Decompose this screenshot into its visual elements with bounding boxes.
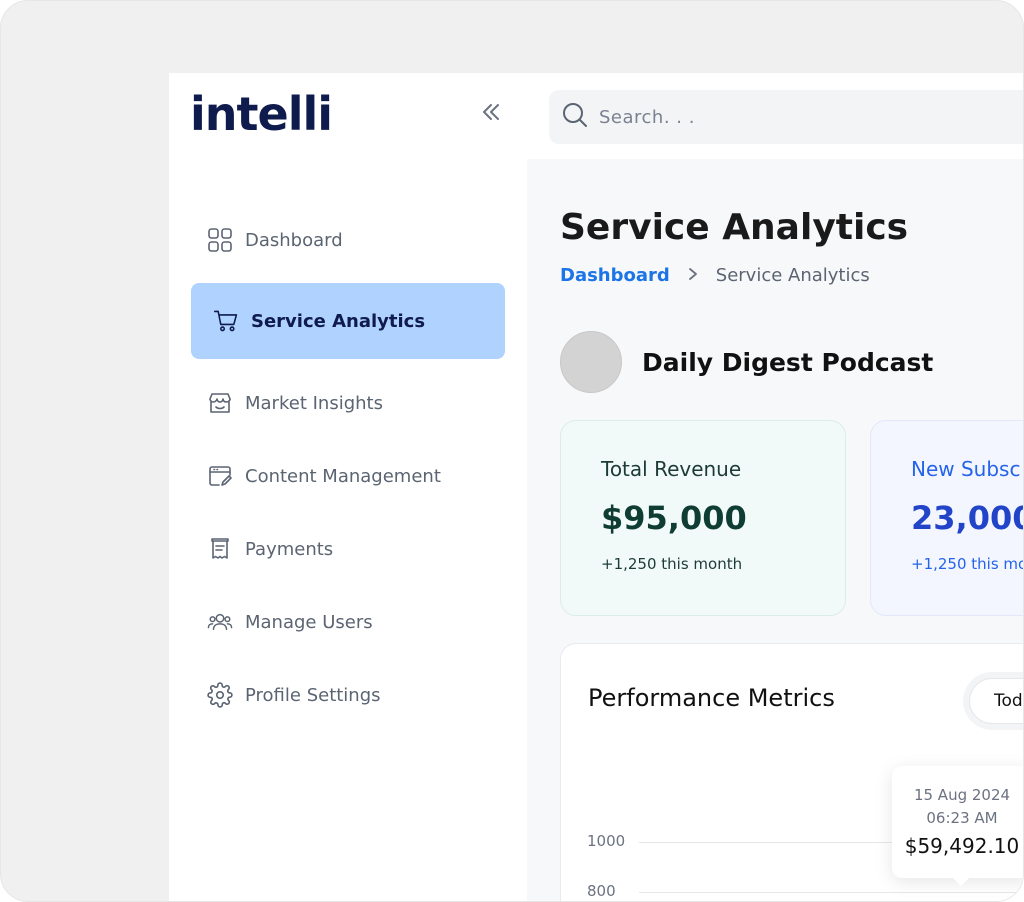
logo[interactable]: intelli bbox=[190, 87, 333, 141]
panel-title: Performance Metrics bbox=[588, 684, 835, 712]
sidebar: intelli Dashboard Service Analytics Mark… bbox=[169, 73, 527, 901]
breadcrumb: Dashboard Service Analytics bbox=[560, 265, 870, 286]
sidebar-item-label: Market Insights bbox=[245, 392, 383, 414]
stat-value: $95,000 bbox=[601, 499, 747, 537]
podcast-header: Daily Digest Podcast bbox=[560, 331, 933, 393]
tooltip-pointer bbox=[952, 877, 970, 886]
main-content: Service Analytics Dashboard Service Anal… bbox=[527, 73, 1024, 901]
grid-line bbox=[639, 892, 1023, 893]
avatar bbox=[560, 331, 622, 393]
device-frame: intelli Dashboard Service Analytics Mark… bbox=[0, 0, 1024, 902]
app-window: intelli Dashboard Service Analytics Mark… bbox=[169, 73, 1024, 901]
stat-label: New Subsc bbox=[911, 457, 1021, 481]
sidebar-item-payments[interactable]: Payments bbox=[191, 525, 505, 573]
stat-card-new-subscribers: New Subsc 23,000 +1,250 this mor bbox=[870, 420, 1024, 616]
sidebar-item-label: Manage Users bbox=[245, 611, 373, 633]
users-icon bbox=[207, 609, 233, 635]
page-title: Service Analytics bbox=[560, 207, 909, 248]
sidebar-item-label: Content Management bbox=[245, 465, 441, 487]
stat-change: +1,250 this mor bbox=[911, 555, 1024, 573]
tooltip-time: 06:23 AM bbox=[926, 809, 998, 827]
grid-icon bbox=[207, 227, 233, 253]
sidebar-item-label: Service Analytics bbox=[251, 310, 426, 332]
chevrons-left-icon[interactable] bbox=[480, 101, 502, 123]
stat-change: +1,250 this month bbox=[601, 555, 743, 573]
tooltip-date: 15 Aug 2024 bbox=[913, 786, 1011, 804]
sidebar-item-profile-settings[interactable]: Profile Settings bbox=[191, 671, 505, 719]
breadcrumb-link-dashboard[interactable]: Dashboard bbox=[560, 265, 670, 286]
top-bar bbox=[527, 73, 1023, 159]
sidebar-item-dashboard[interactable]: Dashboard bbox=[191, 216, 505, 264]
stat-value: 23,000 bbox=[911, 499, 1024, 537]
y-tick-label: 1000 bbox=[587, 832, 626, 850]
content-edit-icon bbox=[207, 463, 233, 489]
podcast-name: Daily Digest Podcast bbox=[642, 347, 934, 377]
search-icon bbox=[561, 101, 589, 133]
breadcrumb-current: Service Analytics bbox=[715, 265, 870, 286]
sidebar-item-market-insights[interactable]: Market Insights bbox=[191, 379, 505, 427]
stat-card-total-revenue: Total Revenue $95,000 +1,250 this month bbox=[560, 420, 846, 616]
stat-label: Total Revenue bbox=[601, 457, 742, 481]
chevron-right-icon bbox=[688, 266, 698, 285]
search-input[interactable] bbox=[599, 106, 899, 128]
search-bar[interactable] bbox=[549, 90, 1023, 144]
performance-metrics-panel: Performance Metrics Tod 1000 800 15 Aug … bbox=[560, 643, 1023, 901]
sidebar-item-service-analytics[interactable]: Service Analytics bbox=[191, 283, 505, 359]
y-tick-label: 800 bbox=[587, 882, 616, 900]
time-range-dropdown[interactable]: Tod bbox=[969, 678, 1023, 724]
chart-tooltip: 15 Aug 2024 06:23 AM $59,492.10 bbox=[892, 766, 1023, 886]
gear-icon bbox=[207, 682, 233, 708]
sidebar-item-label: Dashboard bbox=[245, 229, 343, 251]
tooltip-value: $59,492.10 bbox=[904, 834, 1020, 858]
sidebar-item-label: Profile Settings bbox=[245, 684, 381, 706]
sidebar-item-manage-users[interactable]: Manage Users bbox=[191, 598, 505, 646]
sidebar-item-content-management[interactable]: Content Management bbox=[191, 452, 505, 500]
cart-icon bbox=[213, 308, 239, 334]
receipt-icon bbox=[207, 536, 233, 562]
sidebar-item-label: Payments bbox=[245, 538, 334, 560]
storefront-icon bbox=[207, 390, 233, 416]
